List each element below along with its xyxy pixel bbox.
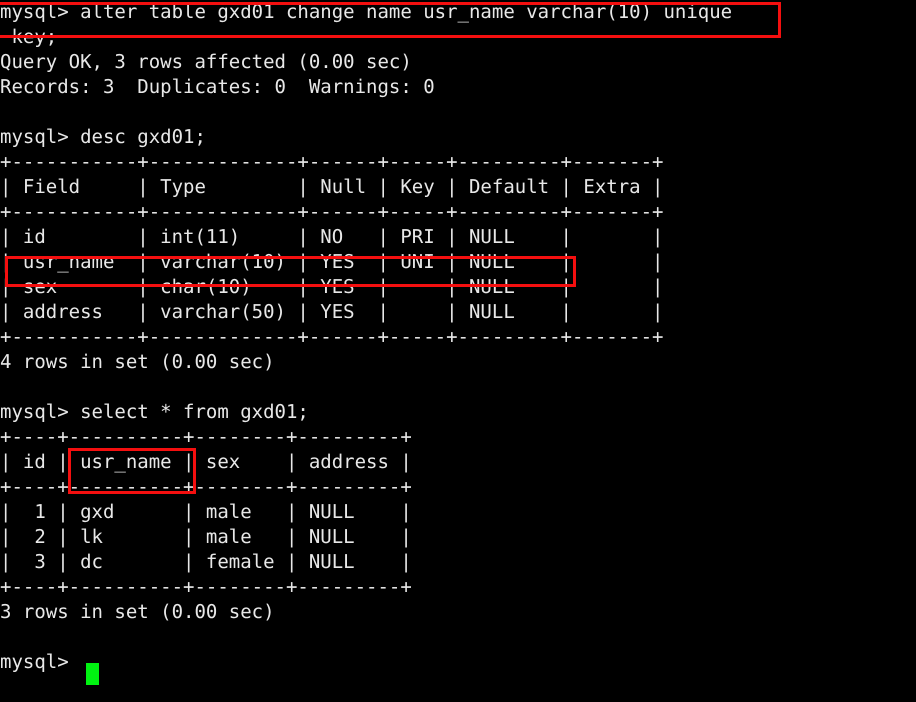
terminal-line: 3 rows in set (0.00 sec) [0, 601, 275, 623]
terminal-line: +----+----------+--------+---------+ [0, 576, 412, 598]
terminal-line: mysql> select * from gxd01; [0, 401, 309, 423]
text-cursor [86, 663, 99, 685]
terminal-line: +-----------+-------------+------+-----+… [0, 151, 664, 173]
terminal-line: +-----------+-------------+------+-----+… [0, 326, 664, 348]
terminal-line: Records: 3 Duplicates: 0 Warnings: 0 [0, 76, 435, 98]
terminal-window[interactable]: mysql> alter table gxd01 change name usr… [0, 0, 916, 702]
terminal-line: | 2 | lk | male | NULL | [0, 526, 412, 548]
terminal-line: +----+----------+--------+---------+ [0, 476, 412, 498]
terminal-line: | 3 | dc | female | NULL | [0, 551, 412, 573]
terminal-line: | usr_name | varchar(10) | YES | UNI | N… [0, 251, 664, 273]
terminal-line: | id | usr_name | sex | address | [0, 451, 412, 473]
terminal-line: mysql> [0, 651, 81, 673]
terminal-line: mysql> desc gxd01; [0, 126, 206, 148]
terminal-line: mysql> alter table gxd01 change name usr… [0, 1, 733, 23]
terminal-line: | id | int(11) | NO | PRI | NULL | | [0, 226, 664, 248]
terminal-line: +----+----------+--------+---------+ [0, 426, 412, 448]
terminal-line: 4 rows in set (0.00 sec) [0, 351, 275, 373]
terminal-line: | Field | Type | Null | Key | Default | … [0, 176, 664, 198]
terminal-output: mysql> alter table gxd01 change name usr… [0, 0, 732, 675]
terminal-line: +-----------+-------------+------+-----+… [0, 201, 664, 223]
terminal-line: | 1 | gxd | male | NULL | [0, 501, 412, 523]
terminal-line: | address | varchar(50) | YES | | NULL |… [0, 301, 664, 323]
terminal-line: key; [0, 26, 58, 48]
terminal-line: Query OK, 3 rows affected (0.00 sec) [0, 51, 412, 73]
terminal-line: | sex | char(10) | YES | | NULL | | [0, 276, 664, 298]
